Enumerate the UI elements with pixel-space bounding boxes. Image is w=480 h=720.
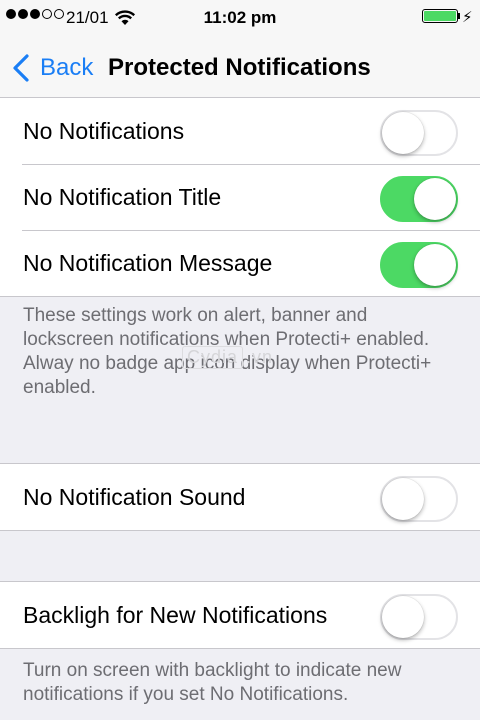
toggle-knob — [382, 596, 424, 638]
setting-row-no-notifications: No Notifications — [0, 98, 480, 164]
no-notifications-toggle[interactable] — [380, 110, 458, 156]
battery-icon — [422, 9, 458, 23]
setting-row-backlight: Backligh for New Notifications — [0, 582, 480, 648]
toggle-knob — [414, 178, 456, 220]
charging-bolt-icon: ⚡ — [462, 9, 473, 26]
setting-label: No Notification Sound — [23, 484, 246, 510]
clock: 11:02 pm — [203, 8, 277, 27]
status-bar: 21/01 11:02 pm ⚡ — [0, 0, 480, 40]
setting-label: No Notification Title — [23, 184, 222, 210]
watermark-logo: Cydia .vn — [182, 346, 273, 369]
footer-paragraph: These settings work on alert, banner and… — [23, 305, 430, 350]
toggle-knob — [382, 478, 424, 520]
back-label: Back — [40, 54, 94, 81]
setting-label: No Notification Message — [23, 250, 273, 276]
setting-label: No Notifications — [23, 118, 185, 144]
no-notification-sound-toggle[interactable] — [380, 476, 458, 522]
toggle-knob — [414, 244, 456, 286]
backlight-toggle[interactable] — [380, 594, 458, 640]
backlight-footer-note: Turn on screen with backlight to indicat… — [23, 659, 463, 707]
setting-row-no-notification-title: No Notification Title — [0, 164, 480, 230]
battery-nub — [458, 13, 460, 19]
navigation-bar: Back Protected Notifications — [0, 40, 480, 98]
backlight-settings-group: Backligh for New Notifications — [0, 581, 480, 649]
no-notification-title-toggle[interactable] — [380, 176, 458, 222]
watermark-brand: Cydia — [182, 346, 244, 369]
no-notification-message-toggle[interactable] — [380, 242, 458, 288]
notification-settings-group: No Notifications No Notification Title N… — [0, 97, 480, 297]
page-title: Protected Notifications — [108, 54, 371, 81]
toggle-knob — [382, 112, 424, 154]
setting-row-no-notification-sound: No Notification Sound — [0, 464, 480, 530]
footer-paragraph: Turn on screen with backlight to indicat… — [23, 660, 402, 705]
setting-row-no-notification-message: No Notification Message — [0, 230, 480, 296]
sound-settings-group: No Notification Sound — [0, 463, 480, 531]
chevron-left-icon — [13, 54, 29, 82]
battery-level — [424, 11, 456, 21]
watermark-suffix: .vn — [246, 347, 274, 367]
back-button[interactable]: Back — [12, 50, 93, 86]
setting-label: Backligh for New Notifications — [23, 602, 328, 628]
